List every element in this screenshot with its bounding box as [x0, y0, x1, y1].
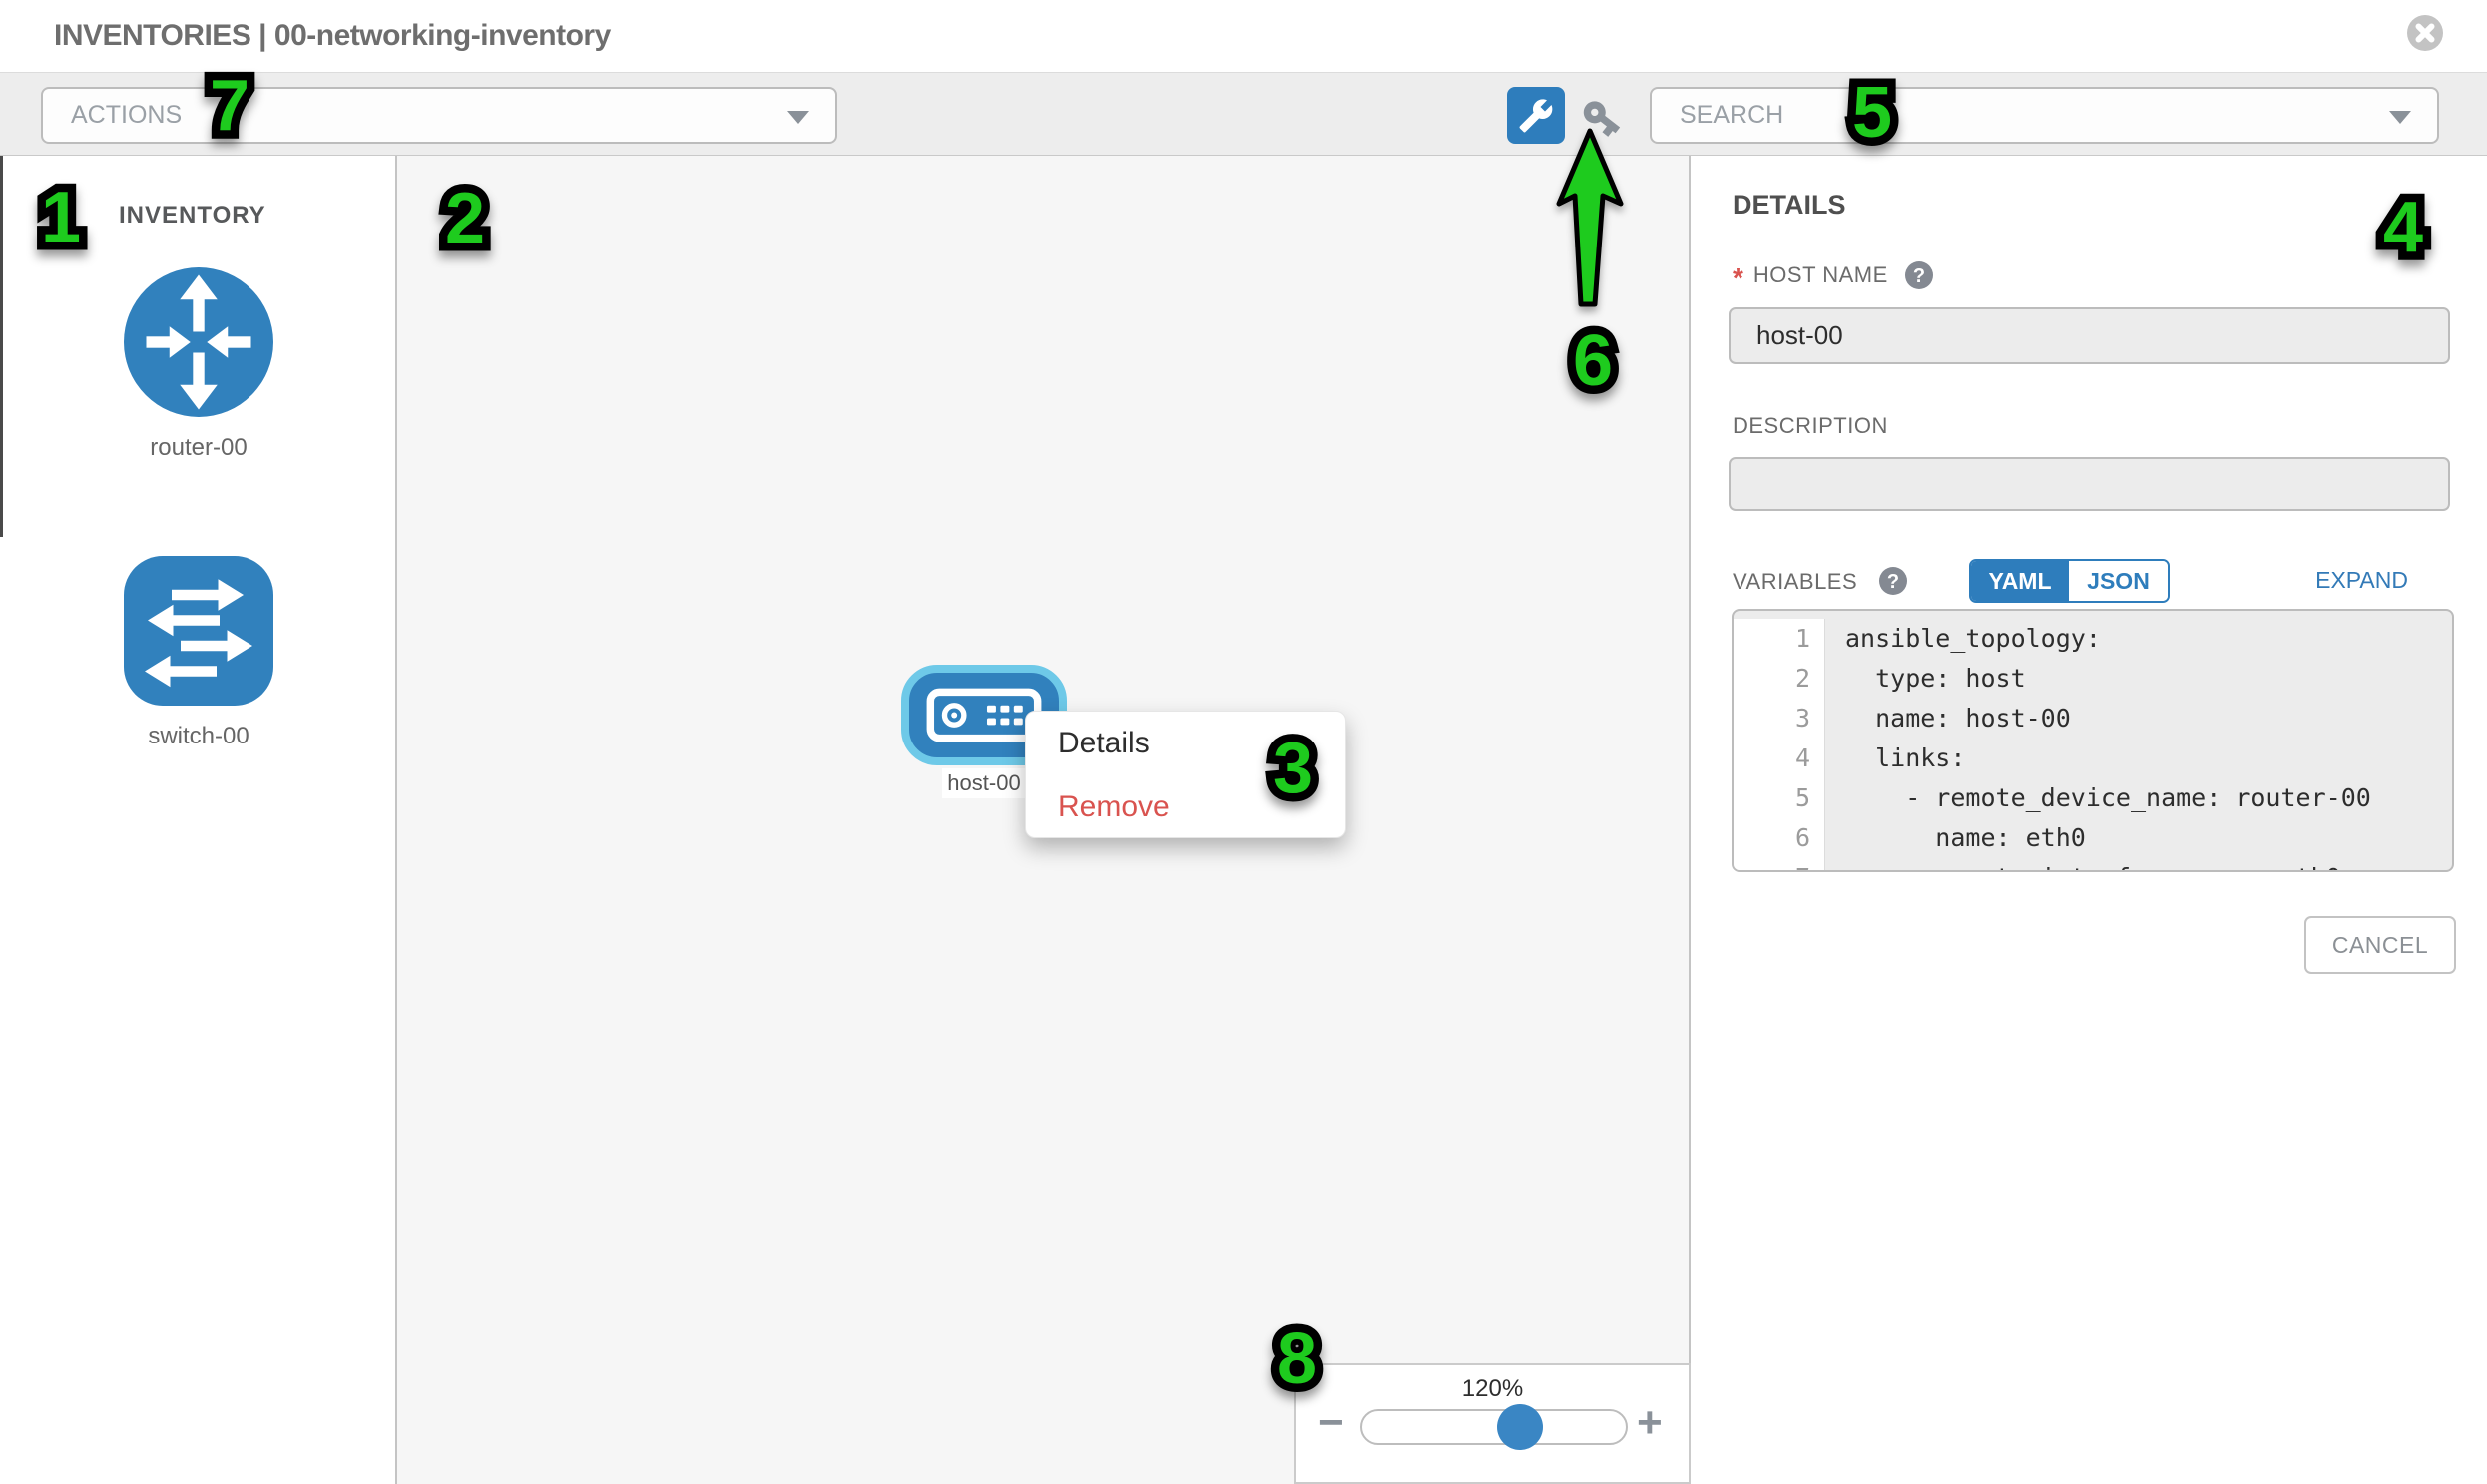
- yaml-toggle-button[interactable]: YAML: [1971, 561, 2069, 601]
- close-icon: [2405, 13, 2445, 53]
- inventory-topology-window: INVENTORIES | 00-networking-inventory AC…: [0, 0, 2487, 1484]
- line-number: 4: [1734, 739, 1825, 778]
- inventory-sidebar: INVENTORY router-00: [0, 156, 397, 1484]
- node-context-menu: Details Remove: [1025, 711, 1346, 838]
- line-number: 7: [1734, 858, 1825, 872]
- host-name-label: HOST NAME: [1753, 262, 1888, 288]
- titlebar: INVENTORIES | 00-networking-inventory: [0, 0, 2487, 72]
- variables-code-editor[interactable]: 1ansible_topology: 2 type: host 3 name: …: [1732, 609, 2454, 872]
- host-name-label-row: * HOST NAME ?: [1733, 259, 1934, 291]
- zoom-out-button[interactable]: −: [1318, 1401, 1344, 1445]
- device-label: router-00: [0, 434, 397, 462]
- zoom-in-button[interactable]: +: [1637, 1401, 1663, 1445]
- key-icon: [1580, 96, 1624, 140]
- actions-dropdown[interactable]: ACTIONS: [41, 87, 837, 144]
- zoom-slider-thumb[interactable]: [1497, 1404, 1543, 1450]
- code-line: 7 remote_interface_name: eth0: [1734, 858, 2452, 872]
- line-number: 6: [1734, 818, 1825, 858]
- host-node-label: host-00: [942, 768, 1026, 798]
- code-line: 5 - remote_device_name: router-00: [1734, 778, 2452, 818]
- content-area: INVENTORY router-00: [0, 156, 2487, 1484]
- topology-canvas[interactable]: host-00 Details Remove 120% − +: [397, 156, 1691, 1484]
- line-number: 5: [1734, 778, 1825, 818]
- code-line: 4 links:: [1734, 739, 2452, 778]
- zoom-percentage: 120%: [1296, 1375, 1689, 1403]
- json-toggle-button[interactable]: JSON: [2069, 561, 2168, 601]
- host-name-input[interactable]: [1729, 307, 2450, 364]
- context-menu-item-remove[interactable]: Remove: [1026, 775, 1345, 839]
- required-asterisk: *: [1733, 262, 1743, 294]
- description-label: DESCRIPTION: [1733, 413, 1888, 439]
- switch-icon: [124, 556, 273, 706]
- chevron-down-icon: [2389, 111, 2411, 124]
- code-line: 2 type: host: [1734, 659, 2452, 699]
- toolbar: ACTIONS SEARCH: [0, 72, 2487, 156]
- sidebar-heading: INVENTORY: [119, 202, 266, 230]
- close-button[interactable]: [2405, 13, 2445, 53]
- code-line: 3 name: host-00: [1734, 699, 2452, 739]
- help-icon[interactable]: ?: [1878, 566, 1908, 596]
- variables-row: VARIABLES ? YAML JSON EXPAND: [1733, 559, 2447, 603]
- code-lines: 1ansible_topology: 2 type: host 3 name: …: [1734, 611, 2452, 872]
- line-number: 1: [1734, 619, 1825, 659]
- configure-tools-button[interactable]: [1507, 87, 1565, 144]
- search-dropdown[interactable]: SEARCH: [1650, 87, 2439, 144]
- variables-format-toggle: YAML JSON: [1969, 559, 2170, 603]
- chevron-down-icon: [787, 111, 809, 124]
- line-number: 3: [1734, 699, 1825, 739]
- details-panel: DETAILS * HOST NAME ? DESCRIPTION VARIAB…: [1693, 156, 2487, 1484]
- device-label: switch-00: [0, 723, 397, 750]
- wrench-icon: [1518, 98, 1554, 134]
- variables-label: VARIABLES: [1733, 569, 1857, 595]
- palette-item-switch[interactable]: switch-00: [0, 556, 397, 750]
- cancel-button[interactable]: CANCEL: [2304, 916, 2456, 974]
- search-dropdown-placeholder: SEARCH: [1680, 101, 1783, 130]
- expand-link[interactable]: EXPAND: [2315, 567, 2408, 594]
- code-line: 1ansible_topology:: [1734, 619, 2452, 659]
- context-menu-item-details[interactable]: Details: [1026, 712, 1345, 775]
- credentials-key-button[interactable]: [1580, 96, 1624, 140]
- details-heading: DETAILS: [1733, 190, 1846, 221]
- zoom-widget: 120% − +: [1294, 1363, 1691, 1484]
- line-number: 2: [1734, 659, 1825, 699]
- svg-text:?: ?: [1913, 265, 1925, 287]
- zoom-slider-track[interactable]: [1360, 1409, 1628, 1445]
- page-title: INVENTORIES | 00-networking-inventory: [54, 19, 611, 53]
- palette-item-router[interactable]: router-00: [0, 267, 397, 462]
- description-input[interactable]: [1729, 457, 2450, 511]
- router-icon: [124, 267, 273, 417]
- code-line: 6 name: eth0: [1734, 818, 2452, 858]
- help-icon[interactable]: ?: [1904, 260, 1934, 290]
- svg-text:?: ?: [1887, 571, 1899, 593]
- actions-dropdown-placeholder: ACTIONS: [71, 101, 182, 130]
